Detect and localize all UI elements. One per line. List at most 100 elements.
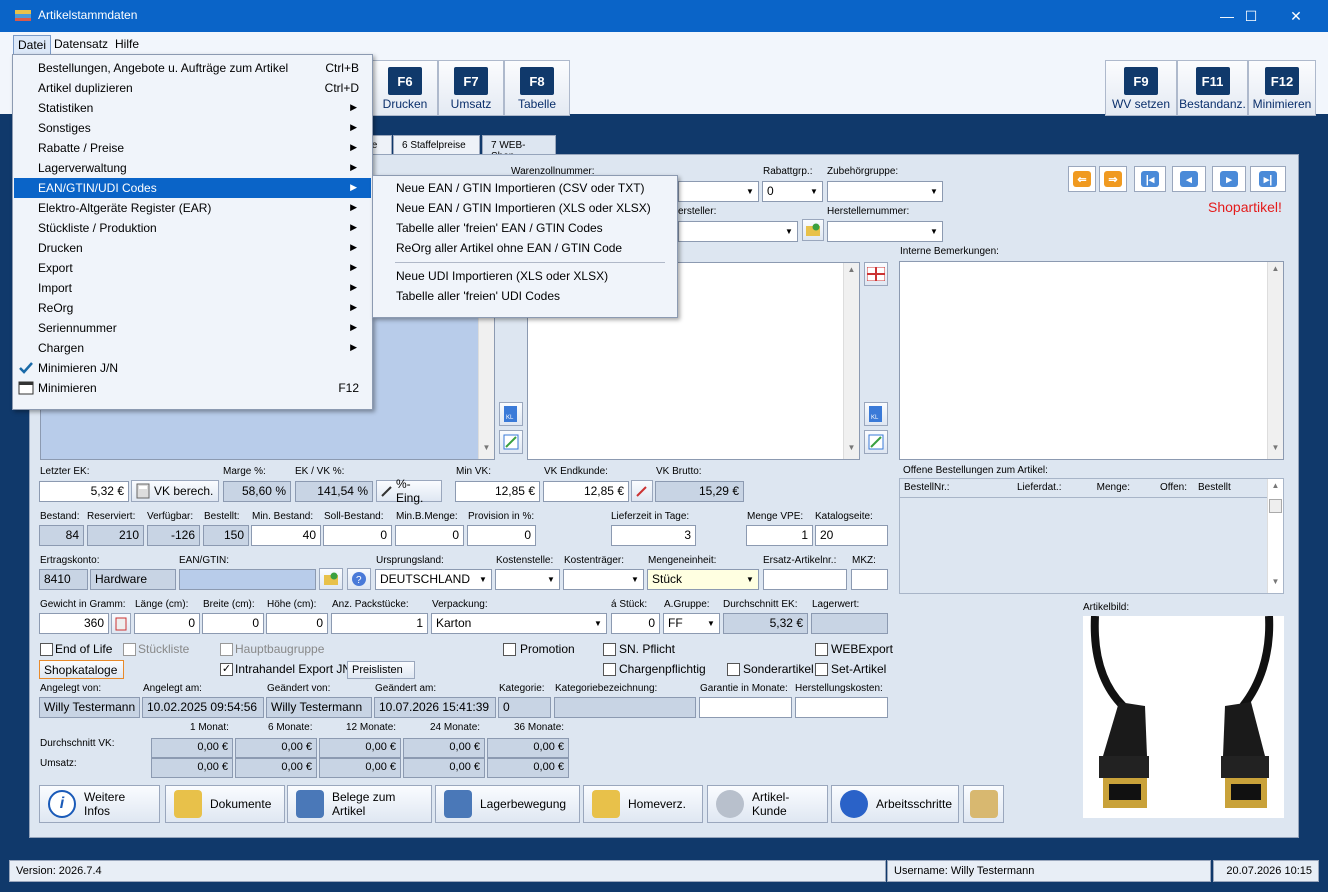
kostenstelle-select[interactable]: ▼	[495, 569, 560, 590]
menu-item-ean-codes[interactable]: EAN/GTIN/UDI Codes ▶	[14, 178, 371, 198]
set-artikel-checkbox[interactable]	[815, 663, 828, 676]
menu-item-duplizieren[interactable]: Artikel duplizieren Ctrl+D	[14, 78, 371, 98]
clipboard-button[interactable]	[963, 785, 1004, 823]
vk-edit-button[interactable]	[631, 480, 653, 502]
warenzoll-select[interactable]: ▼	[678, 181, 759, 202]
menu-item-reorg[interactable]: ReOrg ▶	[14, 298, 371, 318]
close-button[interactable]: ✕	[1273, 0, 1319, 32]
text2-edit-button[interactable]	[864, 430, 888, 454]
f6-drucken-button[interactable]: F6 Drucken	[372, 60, 438, 116]
submenu-ean-reorg[interactable]: ReOrg aller Artikel ohne EAN / GTIN Code	[374, 238, 676, 258]
f11-bestandanz-button[interactable]: F11 Bestandanz.	[1177, 60, 1248, 116]
f9-wv-setzen-button[interactable]: F9 WV setzen	[1105, 60, 1177, 116]
weitere-infos-button[interactable]: i Weitere Infos	[39, 785, 160, 823]
ean-add-button[interactable]	[319, 568, 343, 590]
letzter-ek-field[interactable]: 5,32 €	[39, 481, 129, 502]
menu-item-sonstiges[interactable]: Sonstiges ▶	[14, 118, 371, 138]
menu-item-stueckliste[interactable]: Stückliste / Produktion ▶	[14, 218, 371, 238]
min-vk-field[interactable]: 12,85 €	[455, 481, 540, 502]
nav-next-button[interactable]: ▸	[1212, 166, 1246, 192]
nav-back-orange-button[interactable]: ⇐	[1068, 166, 1096, 192]
min-b-menge-field[interactable]: 0	[395, 525, 464, 546]
nav-forward-orange-button[interactable]: ⇒	[1099, 166, 1127, 192]
menu-item-chargen[interactable]: Chargen ▶	[14, 338, 371, 358]
provision-field[interactable]: 0	[467, 525, 536, 546]
packstuecke-field[interactable]: 1	[331, 613, 428, 634]
min-bestand-field[interactable]: 40	[251, 525, 321, 546]
submenu-ean-xls[interactable]: Neue EAN / GTIN Importieren (XLS oder XL…	[374, 198, 676, 218]
flag-button[interactable]	[864, 262, 888, 286]
preislisten-button[interactable]: Preislisten	[347, 661, 415, 679]
intrahandel-checkbox[interactable]: ✓	[220, 663, 233, 676]
promotion-checkbox[interactable]	[503, 643, 516, 656]
mengeneinheit-select[interactable]: Stück ▼	[647, 569, 759, 590]
katalogseite-field[interactable]: 20	[815, 525, 888, 546]
menge-vpe-field[interactable]: 1	[746, 525, 813, 546]
menu-item-export[interactable]: Export ▶	[14, 258, 371, 278]
ean-field[interactable]	[179, 569, 316, 590]
submenu-udi-tabelle[interactable]: Tabelle aller 'freien' UDI Codes	[374, 286, 676, 306]
webexport-checkbox[interactable]	[815, 643, 828, 656]
a-gruppe-select[interactable]: FF ▼	[663, 613, 720, 634]
menu-datensatz[interactable]: Datensatz	[50, 35, 112, 53]
sonderartikel-checkbox[interactable]	[727, 663, 740, 676]
ersatz-field[interactable]	[763, 569, 847, 590]
homeverz-button[interactable]: Homeverz.	[583, 785, 703, 823]
vk-berech-button[interactable]: VK berech.	[131, 480, 219, 502]
menu-item-statistiken[interactable]: Statistiken ▶	[14, 98, 371, 118]
gewicht-calc-button[interactable]	[111, 613, 131, 634]
laenge-field[interactable]: 0	[134, 613, 200, 634]
menu-item-rabatte[interactable]: Rabatte / Preise ▶	[14, 138, 371, 158]
f12-minimieren-button[interactable]: F12 Minimieren	[1248, 60, 1316, 116]
verpackung-select[interactable]: Karton ▼	[431, 613, 607, 634]
a-stueck-field[interactable]: 0	[611, 613, 660, 634]
end-of-life-checkbox[interactable]	[40, 643, 53, 656]
breite-field[interactable]: 0	[202, 613, 264, 634]
artikel-kunde-button[interactable]: Artikel-Kunde	[707, 785, 828, 823]
submenu-ean-csv[interactable]: Neue EAN / GTIN Importieren (CSV oder TX…	[374, 178, 676, 198]
ean-help-button[interactable]: ?	[347, 568, 371, 590]
menu-item-import[interactable]: Import ▶	[14, 278, 371, 298]
prozent-eing-button[interactable]: %-Eing.	[376, 477, 442, 505]
submenu-udi-xls[interactable]: Neue UDI Importieren (XLS oder XLSX)	[374, 266, 676, 286]
herstellernr-select[interactable]: ▼	[827, 221, 943, 242]
menu-item-ear[interactable]: Elektro-Altgeräte Register (EAR) ▶	[14, 198, 371, 218]
scroll-thumb[interactable]	[1269, 499, 1282, 513]
sn-pflicht-checkbox[interactable]	[603, 643, 616, 656]
rabattgrp-select[interactable]: 0 ▼	[762, 181, 823, 202]
ertragskonto-field[interactable]: 8410	[39, 569, 88, 590]
menu-item-drucken[interactable]: Drucken ▶	[14, 238, 371, 258]
menu-item-bestellungen[interactable]: Bestellungen, Angebote u. Aufträge zum A…	[14, 58, 371, 78]
lagerbewegung-button[interactable]: Lagerbewegung	[435, 785, 580, 823]
stueckliste-checkbox[interactable]	[123, 643, 136, 656]
zubehoer-select[interactable]: ▼	[827, 181, 943, 202]
soll-bestand-field[interactable]: 0	[323, 525, 392, 546]
vk-endkunde-field[interactable]: 12,85 €	[543, 481, 629, 502]
nav-prev-button[interactable]: ◂	[1172, 166, 1206, 192]
dokumente-button[interactable]: Dokumente	[165, 785, 285, 823]
menu-item-lagerverwaltung[interactable]: Lagerverwaltung ▶	[14, 158, 371, 178]
ursprungsland-select[interactable]: DEUTSCHLAND ▼	[375, 569, 492, 590]
menu-item-minimieren-jn[interactable]: Minimieren J/N	[14, 358, 371, 378]
hauptbaugruppe-checkbox[interactable]	[220, 643, 233, 656]
menu-hilfe[interactable]: Hilfe	[111, 35, 143, 53]
hersteller-add-button[interactable]	[802, 219, 824, 241]
offene-bestellungen-grid[interactable]: BestellNr.: Lieferdat.: Menge: Offen: Be…	[899, 478, 1284, 594]
hoehe-field[interactable]: 0	[266, 613, 328, 634]
hersteller-select[interactable]: ▼	[678, 221, 798, 242]
lieferzeit-field[interactable]: 3	[611, 525, 696, 546]
chargenpflichtig-checkbox[interactable]	[603, 663, 616, 676]
mkz-field[interactable]	[851, 569, 888, 590]
kostentraeger-select[interactable]: ▼	[563, 569, 644, 590]
maximize-button[interactable]: ☐	[1228, 0, 1274, 32]
arbeitsschritte-button[interactable]: Arbeitsschritte	[831, 785, 959, 823]
garantie-field[interactable]	[699, 697, 792, 718]
text-edit-button[interactable]	[499, 430, 523, 454]
submenu-ean-tabelle[interactable]: Tabelle aller 'freien' EAN / GTIN Codes	[374, 218, 676, 238]
artikelbild-image[interactable]	[1083, 615, 1284, 818]
nav-last-button[interactable]: ▸|	[1250, 166, 1286, 192]
gewicht-field[interactable]: 360	[39, 613, 109, 634]
belege-button[interactable]: Belege zum Artikel	[287, 785, 432, 823]
shopkataloge-button[interactable]: Shopkataloge	[39, 660, 124, 679]
menu-item-minimieren[interactable]: Minimieren F12	[14, 378, 371, 398]
